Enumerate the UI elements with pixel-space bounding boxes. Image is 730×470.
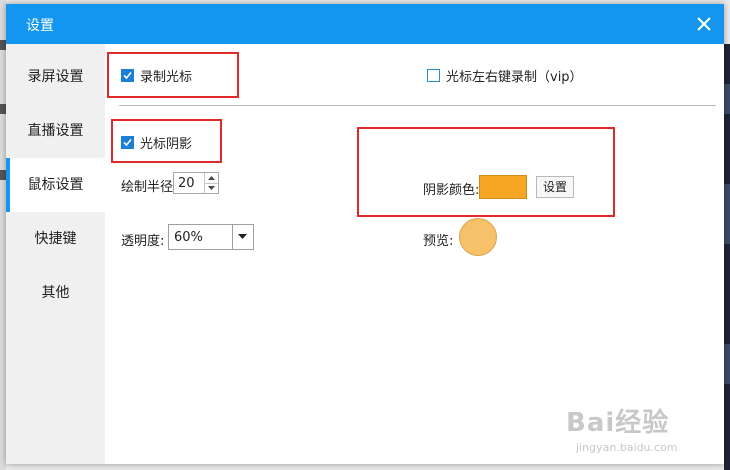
triangle-down-icon	[208, 186, 215, 190]
record-clicks-option[interactable]: 光标左右键录制（vip）	[427, 66, 583, 85]
draw-radius-value[interactable]: 20	[178, 176, 195, 191]
draw-radius-stepper[interactable]: 20	[173, 172, 219, 194]
check-icon	[123, 71, 132, 80]
opacity-value: 60%	[174, 230, 203, 245]
close-icon	[697, 17, 711, 31]
title-bar: 设置	[6, 4, 724, 44]
sidebar-item-other[interactable]: 其他	[6, 266, 105, 320]
preview-label: 预览:	[423, 234, 454, 249]
background-app-right-edge	[724, 44, 730, 470]
chevron-down-icon	[238, 234, 247, 239]
mouse-settings-panel: 录制光标 光标左右键录制（vip） 光标阴影 绘制半径: 20 透明度: 60%…	[105, 44, 724, 464]
draw-radius-label: 绘制半径:	[121, 180, 178, 195]
sidebar-item-label: 录屏设置	[27, 69, 84, 85]
cursor-shadow-option[interactable]: 光标阴影	[121, 133, 192, 152]
record-cursor-label: 录制光标	[140, 70, 193, 85]
watermark: Bai经验 jingyan.baidu.com	[566, 402, 678, 454]
set-color-button[interactable]: 设置	[536, 176, 574, 198]
close-button[interactable]	[690, 10, 718, 38]
stepper-buttons	[204, 173, 218, 193]
sidebar-item-label: 其他	[41, 285, 70, 301]
shadow-color-label: 阴影颜色:	[423, 183, 480, 198]
record-cursor-option[interactable]: 录制光标	[121, 66, 192, 85]
sidebar-item-shortcuts[interactable]: 快捷键	[6, 212, 105, 266]
cursor-shadow-label: 光标阴影	[140, 137, 193, 152]
record-clicks-label: 光标左右键录制（vip）	[446, 70, 583, 85]
sidebar-item-mouse-settings[interactable]: 鼠标设置	[6, 158, 105, 212]
dropdown-arrow[interactable]	[232, 225, 253, 249]
opacity-label: 透明度:	[121, 234, 165, 249]
window-title: 设置	[26, 18, 54, 34]
record-cursor-checkbox[interactable]	[121, 69, 134, 82]
stepper-down-button[interactable]	[205, 183, 218, 193]
sidebar-item-label: 鼠标设置	[27, 177, 84, 193]
shadow-color-swatch[interactable]	[479, 175, 527, 199]
cursor-shadow-checkbox[interactable]	[121, 136, 134, 149]
sidebar: 录屏设置 直播设置 鼠标设置 快捷键 其他	[6, 44, 105, 464]
highlight-box	[357, 127, 615, 217]
settings-dialog: 设置 录屏设置 直播设置 鼠标设置 快捷键 其他 录制光标 光标左右键录制（vi…	[6, 4, 724, 464]
triangle-up-icon	[208, 176, 215, 180]
sidebar-item-label: 直播设置	[27, 123, 84, 139]
divider	[119, 105, 716, 106]
sidebar-item-label: 快捷键	[34, 231, 77, 247]
sidebar-item-screen-recording[interactable]: 录屏设置	[6, 50, 105, 104]
check-icon	[123, 138, 132, 147]
watermark-url: jingyan.baidu.com	[576, 441, 678, 454]
watermark-logo: Bai经验	[566, 408, 670, 438]
opacity-select[interactable]: 60%	[168, 224, 254, 250]
sidebar-item-live-streaming[interactable]: 直播设置	[6, 104, 105, 158]
record-clicks-checkbox[interactable]	[427, 69, 440, 82]
cursor-shadow-preview	[459, 218, 497, 256]
